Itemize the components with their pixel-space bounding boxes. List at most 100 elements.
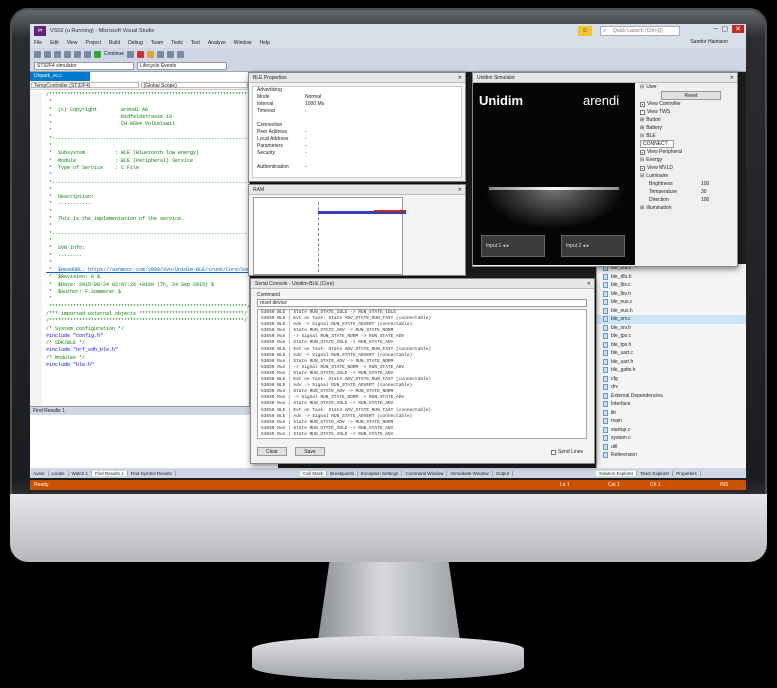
- user-name[interactable]: Sandor Haimann: [690, 39, 728, 45]
- ble-section[interactable]: BLE: [646, 132, 655, 140]
- solution-item[interactable]: cfg: [597, 375, 746, 384]
- redo-icon[interactable]: [84, 50, 91, 58]
- solution-item[interactable]: ble_lbs.h: [597, 290, 746, 299]
- lifecycle-events-select[interactable]: Lifecycle Events: [137, 62, 227, 70]
- menu-item-file[interactable]: File: [34, 40, 42, 46]
- luminaire-section[interactable]: Luminaire: [646, 172, 668, 180]
- menu-item-debug[interactable]: Debug: [128, 40, 143, 46]
- stop-icon[interactable]: [137, 50, 145, 58]
- view-peripheral-checkbox[interactable]: [640, 149, 645, 155]
- console-title[interactable]: Serial Console - Unidim-BLE (Core) ✕: [251, 279, 594, 289]
- tab-find-results-1[interactable]: Find Results 1: [91, 470, 128, 476]
- new-project-icon[interactable]: [34, 50, 41, 58]
- continue-button[interactable]: Continue: [104, 51, 124, 57]
- expand-icon[interactable]: ⊟: [640, 132, 644, 140]
- menu-item-team[interactable]: Team: [151, 40, 163, 46]
- code-editor[interactable]: Unpark_vc.c TempController (ST32F4) (Glo…: [30, 72, 250, 406]
- tab-autos[interactable]: Autos: [30, 470, 49, 476]
- tab-exception-settings[interactable]: Exception Settings: [358, 470, 403, 476]
- expand-icon[interactable]: ⊟: [640, 83, 644, 91]
- view-tws-checkbox[interactable]: [640, 109, 645, 115]
- solution-item[interactable]: External Dependencies: [597, 392, 746, 401]
- ble-mode-select[interactable]: CONNECT: [640, 140, 674, 148]
- undo-icon[interactable]: [74, 50, 81, 58]
- solution-item[interactable]: ble_srv.h: [597, 324, 746, 333]
- tab-team-explorer[interactable]: Team Explorer: [637, 470, 674, 476]
- document-tab[interactable]: Unpark_vc.c: [30, 72, 90, 81]
- tab-command-window[interactable]: Command Window: [402, 470, 448, 476]
- input-2-control[interactable]: Input 2 ◂ ▸: [561, 235, 625, 257]
- solution-item[interactable]: ble_dfu.h: [597, 273, 746, 282]
- tab-call-stack[interactable]: Call Stack: [300, 470, 328, 476]
- clear-button[interactable]: Clear: [257, 447, 287, 456]
- solution-item[interactable]: ble_gatts.h: [597, 366, 746, 375]
- quick-launch-input[interactable]: ⌕ Quick Launch (Ctrl+Q): [600, 26, 680, 36]
- solution-item[interactable]: ble_nus.c: [597, 298, 746, 307]
- button-section[interactable]: Button: [646, 116, 660, 124]
- solution-item[interactable]: ble_tps.h: [597, 341, 746, 350]
- solution-item[interactable]: ble_srv.c: [597, 315, 746, 324]
- solution-item[interactable]: Interface: [597, 400, 746, 409]
- code-text[interactable]: /***************************************…: [30, 92, 249, 406]
- close-icon[interactable]: ✕: [458, 185, 462, 195]
- close-icon[interactable]: ✕: [730, 73, 734, 83]
- tab-watch-1[interactable]: Watch 1: [69, 470, 92, 476]
- menu-item-project[interactable]: Project: [85, 40, 101, 46]
- illumination-section[interactable]: Illumination: [646, 204, 671, 212]
- menu-item-test[interactable]: Test: [191, 40, 200, 46]
- solution-item[interactable]: startup.c: [597, 426, 746, 435]
- tab-properties[interactable]: Properties: [673, 470, 701, 476]
- menu-item-edit[interactable]: Edit: [50, 40, 59, 46]
- solution-item[interactable]: ble_lbs.c: [597, 281, 746, 290]
- menu-item-tools[interactable]: Tools: [171, 40, 183, 46]
- pause-icon[interactable]: [127, 50, 135, 58]
- menu-item-help[interactable]: Help: [260, 40, 270, 46]
- save-all-icon[interactable]: [64, 50, 71, 58]
- solution-item[interactable]: drv: [597, 383, 746, 392]
- view-controller-checkbox[interactable]: [640, 101, 645, 107]
- expand-icon[interactable]: ⊞: [640, 116, 644, 124]
- expand-icon[interactable]: ⊞: [640, 204, 644, 212]
- feedback-icon[interactable]: ☺: [578, 26, 592, 36]
- ble-window-title[interactable]: BLE Properties ✕: [249, 73, 465, 83]
- expand-icon[interactable]: ⊞: [640, 124, 644, 132]
- menu-item-analyze[interactable]: Analyze: [208, 40, 226, 46]
- simulator-title[interactable]: Unidim Simulator ✕: [473, 73, 737, 83]
- solution-item[interactable]: util: [597, 443, 746, 452]
- close-icon[interactable]: ✕: [732, 25, 744, 33]
- battery-section[interactable]: Battery: [646, 124, 662, 132]
- restart-icon[interactable]: [147, 50, 155, 58]
- tab-locals[interactable]: Locals: [49, 470, 69, 476]
- tab-immediate-window[interactable]: Immediate Window: [447, 470, 493, 476]
- close-icon[interactable]: ✕: [587, 279, 591, 289]
- solution-item[interactable]: system.c: [597, 434, 746, 443]
- open-icon[interactable]: [44, 50, 51, 58]
- step-over-icon[interactable]: [157, 50, 165, 58]
- project-nav-dropdown[interactable]: TempController (ST32F4): [31, 82, 139, 89]
- tab-find-symbol-results[interactable]: Find Symbol Results: [128, 470, 176, 476]
- solution-item[interactable]: ble_nus.h: [597, 307, 746, 316]
- tab-breakpoints[interactable]: Breakpoints: [327, 470, 359, 476]
- close-icon[interactable]: ✕: [458, 73, 462, 83]
- save-icon[interactable]: [54, 50, 61, 58]
- ram-window-title[interactable]: RAM ✕: [249, 185, 465, 195]
- solution-item[interactable]: lib: [597, 409, 746, 418]
- solution-item[interactable]: Referenzen: [597, 451, 746, 460]
- platform-select[interactable]: ST32F4 simulator: [34, 62, 134, 70]
- minimize-icon[interactable]: –: [714, 25, 718, 33]
- send-lines-checkbox[interactable]: [551, 449, 556, 455]
- expand-icon[interactable]: ⊟: [640, 172, 644, 180]
- solution-item[interactable]: ble_tps.c: [597, 332, 746, 341]
- tab-solution-explorer[interactable]: Solution Explorer: [596, 470, 638, 476]
- expand-icon[interactable]: ⊟: [640, 156, 644, 164]
- menu-item-window[interactable]: Window: [234, 40, 252, 46]
- reset-button[interactable]: Reset: [661, 91, 721, 100]
- tab-output[interactable]: Output: [493, 470, 514, 476]
- solution-item[interactable]: main: [597, 417, 746, 426]
- energy-section[interactable]: Energy: [646, 156, 662, 164]
- menu-item-view[interactable]: View: [67, 40, 78, 46]
- console-output[interactable]: 53650 BLE | State RUN_STATE_IDLE -> RUN_…: [257, 309, 587, 439]
- solution-item[interactable]: ble_uart.h: [597, 358, 746, 367]
- menu-item-build[interactable]: Build: [109, 40, 120, 46]
- step-out-icon[interactable]: [177, 50, 185, 58]
